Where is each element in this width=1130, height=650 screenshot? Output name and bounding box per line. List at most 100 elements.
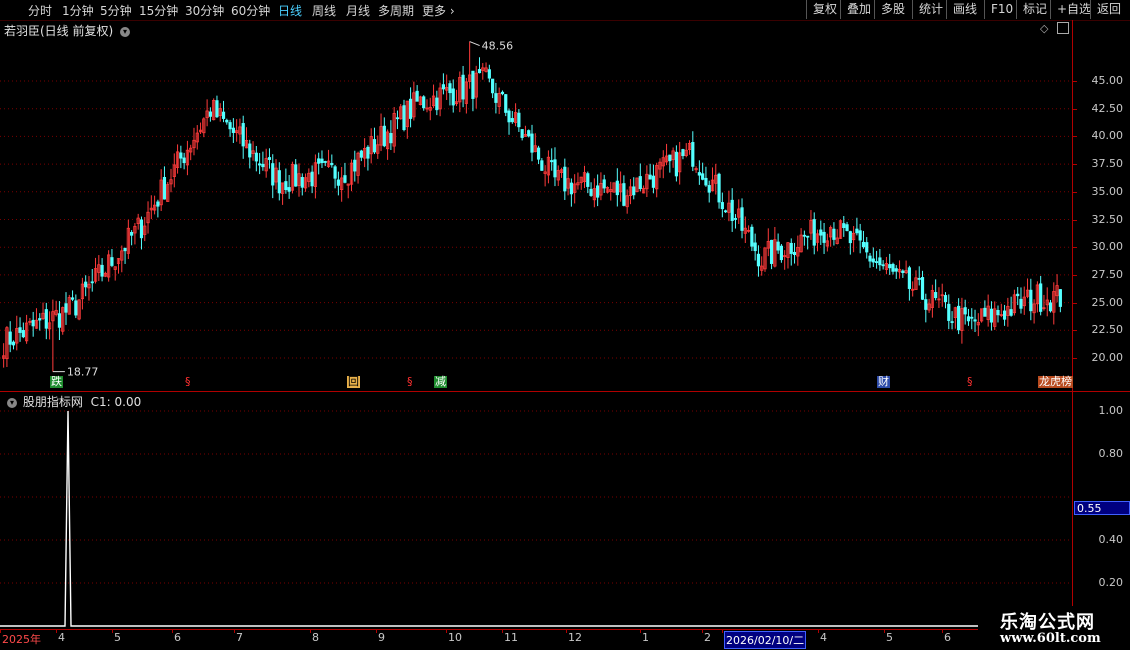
toolbar-button-5[interactable]: F10	[984, 0, 1019, 19]
date-label: 10	[448, 631, 462, 644]
period-tab-6[interactable]: 日线	[278, 2, 302, 19]
candle-body	[638, 176, 642, 189]
toolbar-button-4[interactable]: 画线	[946, 0, 983, 19]
period-tab-8[interactable]: 月线	[346, 2, 370, 19]
candle-body	[753, 242, 757, 252]
candle-body	[38, 318, 42, 321]
candle-body	[8, 331, 12, 345]
candle-body	[435, 97, 439, 111]
candle-body	[504, 94, 508, 113]
candle-body	[343, 175, 347, 183]
candle-body	[11, 341, 16, 346]
candle-body	[730, 199, 734, 221]
candle-body	[865, 242, 869, 253]
indicator-chart[interactable]	[0, 392, 1072, 628]
candle-body	[891, 263, 895, 272]
candle-body	[832, 228, 836, 240]
candle-body	[215, 100, 219, 118]
candle-body	[776, 241, 780, 251]
candle-body	[366, 146, 370, 159]
price-tick: 32.50	[1091, 212, 1124, 226]
cursor-value-badge: 0.55	[1074, 500, 1130, 515]
period-tab-5[interactable]: 60分钟	[231, 2, 270, 19]
candle-body	[970, 316, 974, 319]
candle-body	[802, 234, 806, 237]
top-toolbar: 分时 1分钟 5分钟 15分钟 30分钟 60分钟 日线 周线 月线 多周期 更多 › 复权 叠加 多股…	[0, 0, 1130, 21]
period-tab-7[interactable]: 周线	[312, 2, 336, 19]
candle-body	[779, 245, 784, 261]
candle-body	[907, 267, 911, 289]
date-label: 6	[174, 631, 181, 644]
date-label: 7	[236, 631, 243, 644]
candle-body	[130, 232, 134, 236]
candle-body	[487, 69, 491, 79]
tick-mark	[1073, 330, 1077, 332]
candle-body	[845, 224, 849, 232]
candle-body	[156, 201, 160, 207]
high-pointer	[469, 41, 480, 47]
date-label: 6	[944, 631, 951, 644]
period-tab-3[interactable]: 15分钟	[139, 2, 178, 19]
candle-body	[287, 187, 291, 192]
price-axis: 45.00 42.50 40.00 37.50 35.00 32.50 30.00 27.50…	[1072, 20, 1130, 392]
tick-mark	[1073, 81, 1077, 82]
candle-body	[792, 251, 797, 256]
toolbar-button-2[interactable]: 多股	[874, 0, 911, 19]
event-marker[interactable]: 财	[877, 376, 890, 388]
candle-body	[408, 98, 413, 119]
period-tab-1[interactable]: 1分钟	[62, 2, 94, 19]
candle-body	[589, 188, 593, 196]
candle-body	[333, 166, 337, 179]
candle-body	[277, 170, 281, 194]
toolbar-button-1[interactable]: 叠加	[840, 0, 877, 19]
date-label: 2	[704, 631, 711, 644]
event-marker[interactable]: 回	[347, 376, 360, 388]
period-tab-9[interactable]: 多周期	[378, 2, 414, 19]
period-tab-10[interactable]: 更多 ›	[422, 2, 455, 19]
candle-body	[983, 307, 987, 317]
date-label: 4	[820, 631, 827, 644]
candle-body	[569, 182, 573, 195]
price-tick: 20.00	[1091, 351, 1124, 364]
period-tab-4[interactable]: 30分钟	[185, 2, 224, 19]
candle-body	[769, 239, 774, 264]
event-marker[interactable]: §	[184, 376, 192, 388]
candle-body	[248, 143, 252, 158]
candle-body	[415, 90, 419, 102]
candle-body	[602, 179, 606, 189]
candle-body	[963, 307, 967, 315]
event-marker[interactable]: 跌	[50, 376, 63, 388]
candle-body	[372, 139, 377, 153]
candle-body	[179, 152, 183, 159]
candle-body	[651, 175, 656, 188]
candle-body	[44, 309, 48, 329]
toolbar-button-6[interactable]: 标记	[1016, 0, 1053, 19]
candle-body	[491, 78, 495, 94]
candle-body	[221, 111, 226, 119]
price-tick: 45.00	[1091, 74, 1124, 87]
toolbar-button-3[interactable]: 统计	[912, 0, 949, 19]
toolbar-button-8[interactable]: 返回	[1090, 0, 1127, 19]
period-tab-2[interactable]: 5分钟	[100, 2, 132, 19]
event-marker[interactable]: §	[406, 376, 414, 388]
candle-body	[596, 185, 600, 198]
event-marker[interactable]: 龙虎榜	[1038, 376, 1073, 388]
event-marker[interactable]: 减	[434, 376, 447, 388]
tick-mark	[1073, 136, 1077, 138]
candlestick-chart[interactable]: 48.5618.77	[0, 20, 1072, 392]
candle-body	[789, 242, 793, 254]
price-tick: 30.00	[1091, 240, 1124, 254]
event-marker[interactable]: §	[966, 376, 974, 388]
candle-body	[241, 123, 245, 147]
candle-body	[720, 202, 724, 210]
candle-body	[668, 154, 672, 162]
candle-body	[451, 88, 455, 106]
toolbar-button-0[interactable]: 复权	[806, 0, 843, 19]
period-tab-0[interactable]: 分时	[28, 2, 52, 19]
candle-body	[563, 166, 567, 192]
candle-body	[691, 142, 695, 167]
candle-body	[806, 235, 810, 238]
candle-body	[90, 281, 94, 284]
date-label: 5	[114, 631, 121, 644]
tick-mark	[1073, 302, 1077, 304]
